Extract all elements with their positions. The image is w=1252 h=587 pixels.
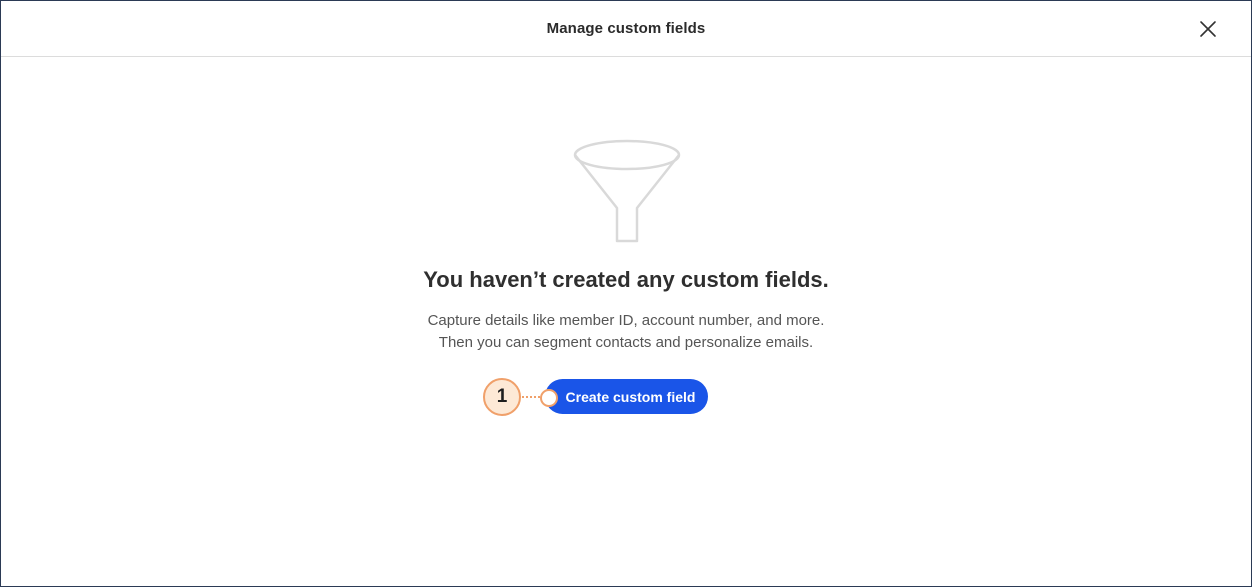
callout-target-dot — [540, 389, 558, 407]
close-button[interactable] — [1197, 18, 1219, 40]
callout-connector — [522, 396, 540, 398]
funnel-icon — [571, 138, 683, 246]
close-icon — [1200, 21, 1216, 37]
empty-state-description-line2: Then you can segment contacts and person… — [438, 334, 814, 351]
create-custom-field-button[interactable]: Create custom field — [545, 379, 708, 414]
callout-number-badge: 1 — [483, 378, 521, 416]
empty-state-heading: You haven’t created any custom fields. — [423, 267, 829, 292]
create-custom-field-label: Create custom field — [565, 388, 696, 405]
empty-state-description-line1: Capture details like member ID, account … — [427, 312, 825, 329]
modal-title: Manage custom fields — [546, 20, 706, 37]
modal-header: Manage custom fields — [1, 1, 1251, 57]
modal-dialog: Manage custom fields You haven’t created… — [0, 0, 1252, 587]
